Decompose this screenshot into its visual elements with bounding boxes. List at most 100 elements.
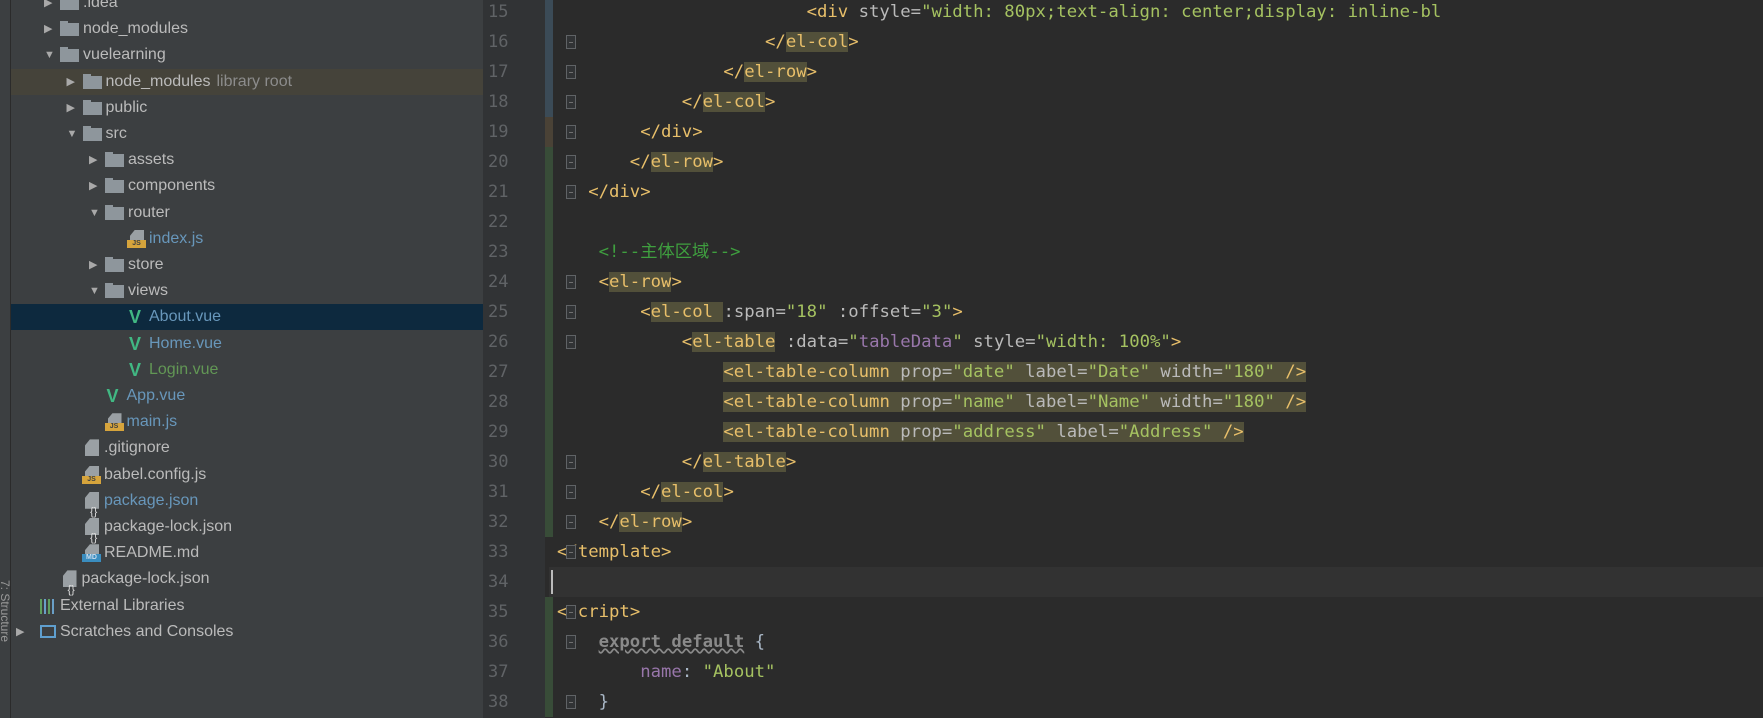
fold-marker-icon[interactable] (566, 545, 576, 559)
code-token: </ (765, 32, 786, 52)
folder-icon (105, 178, 124, 194)
chevron-right-icon[interactable]: ▶ (44, 0, 56, 16)
tree-item[interactable]: ▼ views (11, 278, 483, 304)
code-token: :data= (775, 332, 849, 352)
fold-marker-icon[interactable] (566, 95, 576, 109)
chevron-right-icon[interactable]: ▶ (89, 252, 101, 278)
md-badge-icon: MD (82, 554, 101, 563)
fold-marker-icon[interactable] (566, 635, 576, 649)
tree-item[interactable]: ▶ assets (11, 147, 483, 173)
tree-item[interactable]: ▶ .idea (11, 0, 483, 16)
structure-tool-button[interactable]: 7: Structure (0, 580, 10, 642)
tree-item-label: Login.vue (149, 357, 218, 383)
code-token: el-row (744, 62, 807, 82)
fold-marker-icon[interactable] (566, 155, 576, 169)
tree-item[interactable]: V App.vue (11, 383, 483, 409)
line-number: 30 (488, 452, 509, 472)
tree-item[interactable]: ▼ src (11, 121, 483, 147)
code-line: </el-col> (682, 87, 775, 117)
fold-marker-icon[interactable] (566, 515, 576, 529)
fold-marker-icon[interactable] (566, 35, 576, 49)
tree-item[interactable]: .gitignore (11, 435, 483, 461)
fold-marker-icon[interactable] (566, 455, 576, 469)
tree-item[interactable]: ▶ node_modules (11, 16, 483, 42)
tree-item[interactable]: ▶ public (11, 95, 483, 121)
fold-marker-icon[interactable] (566, 185, 576, 199)
tree-item-label: src (106, 121, 127, 147)
line-number: 15 (488, 2, 509, 22)
vcs-marker (545, 597, 553, 627)
tree-item[interactable]: MD README.md (11, 540, 483, 566)
line-number: 23 (488, 242, 509, 262)
code-editor[interactable]: <div style="width: 80px;text-align: cent… (549, 0, 1763, 718)
tree-item[interactable]: JS index.js (11, 226, 483, 252)
item-name: views (128, 282, 169, 300)
tree-item[interactable]: ▶ components (11, 173, 483, 199)
chevron-right-icon[interactable]: ▶ (16, 619, 28, 645)
fold-marker-icon[interactable] (566, 305, 576, 319)
tree-item[interactable]: ▼ vuelearning (11, 42, 483, 68)
vcs-marker (545, 297, 553, 327)
tree-item-label: main.js (127, 409, 178, 435)
tree-item[interactable]: V Login.vue (11, 357, 483, 383)
line-number: 29 (488, 422, 509, 442)
line-number: 35 (488, 602, 509, 622)
chevron-right-icon[interactable]: ▶ (67, 95, 79, 121)
tree-item[interactable]: ▶ Scratches and Consoles (11, 619, 483, 645)
chevron-down-icon[interactable]: ▼ (89, 278, 101, 304)
tree-item-label: App.vue (127, 383, 186, 409)
tree-item[interactable]: {} package.json (11, 488, 483, 518)
item-name: Home.vue (149, 334, 222, 352)
tree-item[interactable]: V Home.vue (11, 331, 483, 357)
code-line: <el-table-column prop="date" label="Date… (723, 357, 1307, 387)
tree-item[interactable]: ▶ store (11, 252, 483, 278)
chevron-right-icon[interactable]: ▶ (89, 173, 101, 199)
code-token: prop= (889, 362, 953, 382)
fold-marker-icon[interactable] (566, 695, 576, 709)
vcs-marker (545, 657, 553, 687)
tree-item-label: package.json (104, 488, 198, 514)
fold-marker-icon[interactable] (566, 605, 576, 619)
code-line: } (599, 687, 609, 717)
tree-item-label: package-lock.json (104, 514, 232, 540)
chevron-right-icon[interactable]: ▶ (44, 16, 56, 42)
line-number: 19 (488, 122, 509, 142)
code-token: :span= (723, 302, 786, 322)
code-line: </el-row> (723, 57, 817, 87)
tree-item[interactable]: External Libraries (11, 593, 483, 619)
fold-marker-icon[interactable] (566, 275, 576, 289)
fold-marker-icon[interactable] (566, 125, 576, 139)
fold-marker-icon[interactable] (566, 485, 576, 499)
line-number: 38 (488, 692, 509, 712)
tree-item[interactable]: JS main.js (11, 409, 483, 435)
vcs-marker (545, 357, 553, 387)
code-token: > (681, 512, 693, 532)
chevron-down-icon[interactable]: ▼ (67, 121, 79, 147)
current-line-highlight (549, 567, 1763, 597)
chevron-down-icon[interactable]: ▼ (89, 200, 101, 226)
tree-item[interactable]: V About.vue (11, 304, 483, 331)
code-token: < (598, 272, 609, 292)
tree-item[interactable]: ▼ router (11, 200, 483, 226)
vcs-marker (545, 147, 553, 177)
item-name: store (128, 256, 164, 273)
tag-highlight: <el-table-column prop="address" label="A… (723, 422, 1244, 442)
chevron-right-icon[interactable]: ▶ (67, 69, 79, 95)
chevron-right-icon[interactable]: ▶ (89, 147, 101, 173)
vcs-marker (545, 237, 553, 267)
tree-item[interactable]: ▶ node_modules library root (11, 68, 483, 95)
fold-marker-icon[interactable] (566, 335, 576, 349)
code-token: prop= (889, 392, 953, 412)
vcs-marker (545, 27, 553, 57)
code-token: : (681, 662, 703, 682)
vue-file-icon: V (129, 333, 142, 354)
tree-item[interactable]: JS babel.config.js (11, 462, 483, 488)
fold-marker-icon[interactable] (566, 65, 576, 79)
tree-item[interactable]: {} package-lock.json (11, 566, 483, 596)
tree-item[interactable]: {} package-lock.json (11, 514, 483, 544)
vcs-marker (545, 207, 553, 237)
code-line: <!--主体区域--> (599, 237, 741, 267)
code-token: script (567, 602, 630, 622)
tree-item-label: assets (128, 147, 174, 173)
chevron-down-icon[interactable]: ▼ (44, 42, 56, 68)
